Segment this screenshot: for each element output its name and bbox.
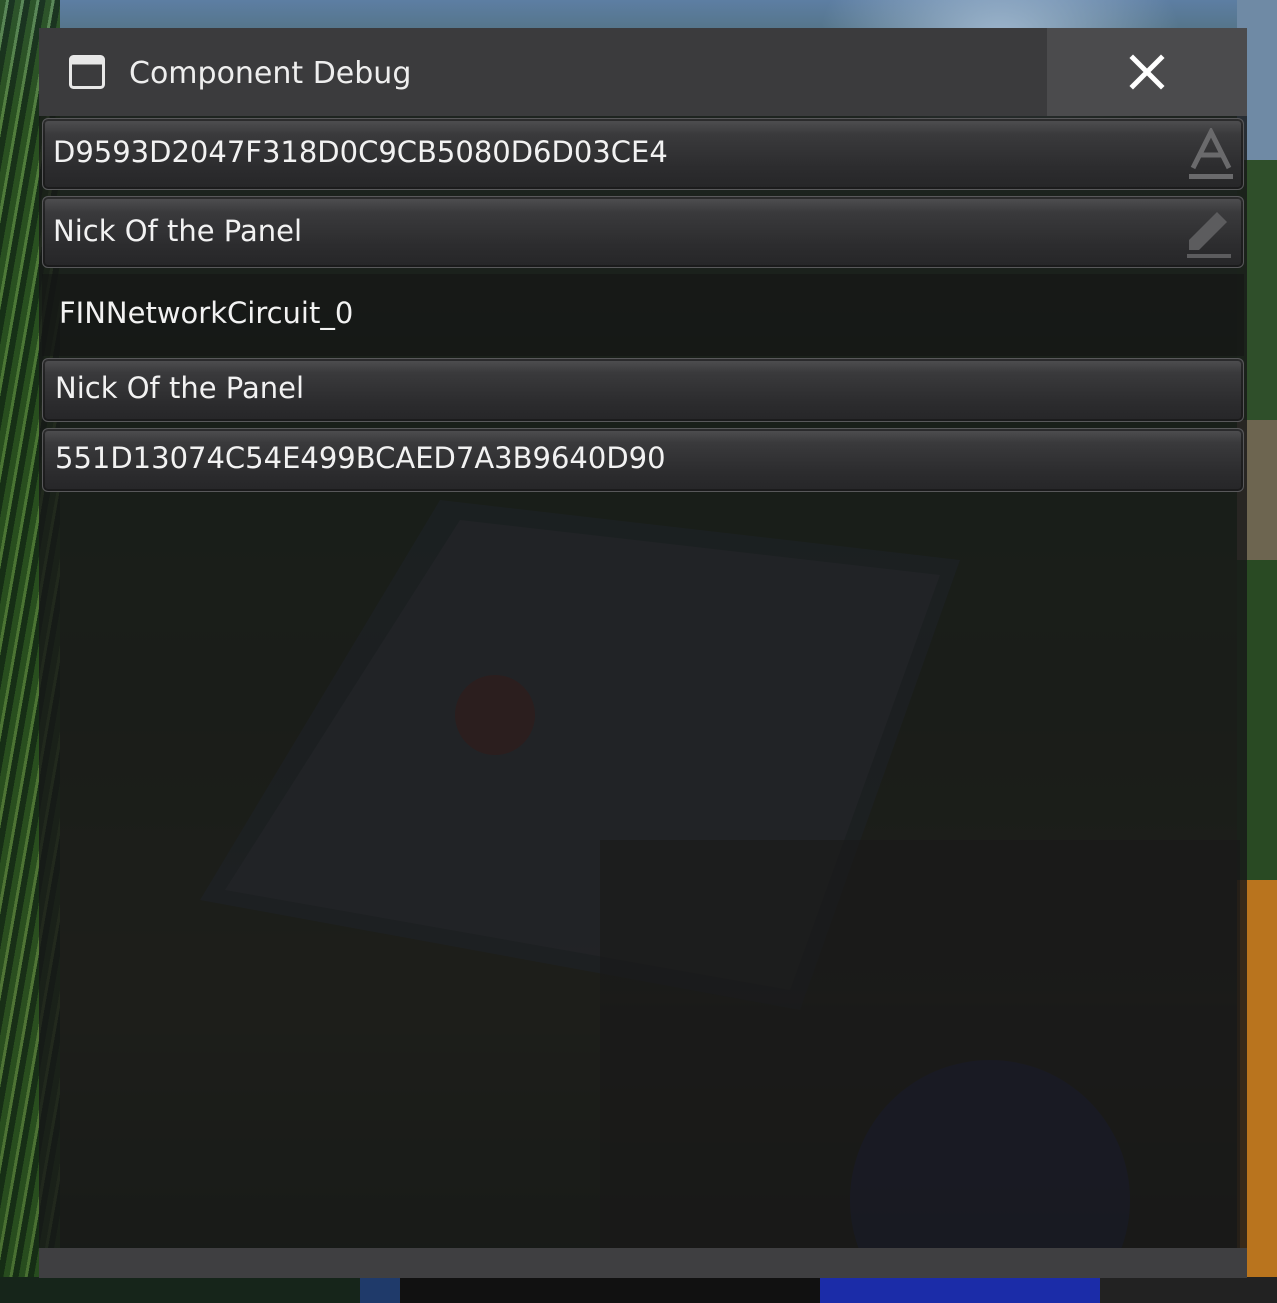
status-bar: [39, 1248, 1247, 1278]
window-content: D9593D2047F318D0C9CB5080D6D03CE4 Nick Of…: [39, 116, 1247, 1248]
title-bar[interactable]: Component Debug: [39, 28, 1247, 116]
nick-field[interactable]: Nick Of the Panel: [42, 196, 1244, 268]
close-icon: [1129, 54, 1165, 90]
nick-value: Nick Of the Panel: [53, 214, 303, 248]
close-button[interactable]: [1047, 28, 1247, 116]
nick-display-field[interactable]: Nick Of the Panel: [42, 358, 1244, 422]
nick-display-value: Nick Of the Panel: [55, 371, 305, 405]
circuit-name: FINNetworkCircuit_0: [59, 296, 354, 330]
component-id-field[interactable]: D9593D2047F318D0C9CB5080D6D03CE4: [42, 118, 1244, 190]
ground-strip: [0, 1277, 1277, 1303]
pencil-icon[interactable]: [1181, 206, 1235, 260]
component-debug-window: Component Debug D9593D2047F318D0C9CB5080…: [39, 28, 1247, 1278]
network-id-field[interactable]: 551D13074C54E499BCAED7A3B9640D90: [42, 428, 1244, 492]
circuit-row: FINNetworkCircuit_0: [42, 274, 1244, 356]
window-title: Component Debug: [129, 56, 412, 91]
window-icon: [69, 55, 105, 89]
text-format-icon[interactable]: [1187, 128, 1235, 182]
network-id-value: 551D13074C54E499BCAED7A3B9640D90: [55, 441, 666, 475]
component-id-value: D9593D2047F318D0C9CB5080D6D03CE4: [53, 135, 668, 169]
